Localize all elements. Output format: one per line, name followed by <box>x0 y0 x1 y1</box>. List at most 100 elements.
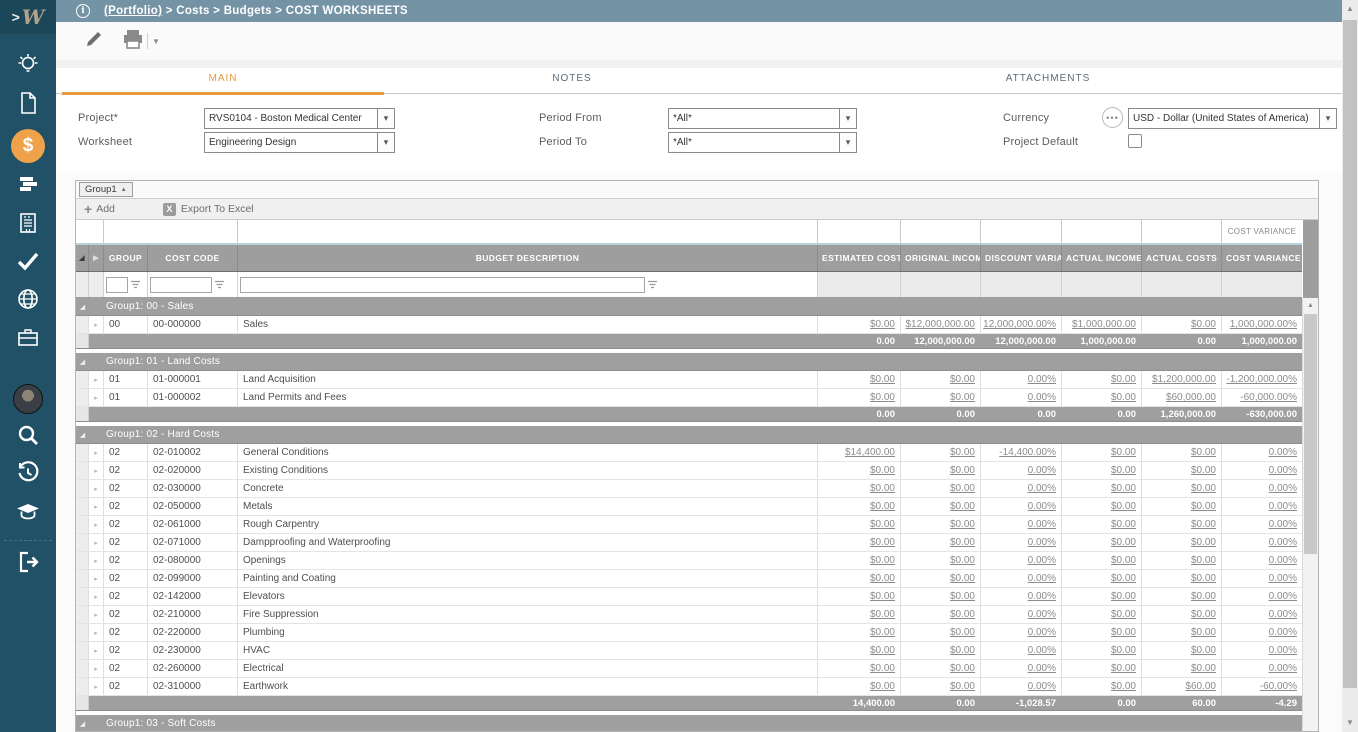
page-scroll-down-icon[interactable]: ▼ <box>1342 716 1358 730</box>
project-select-dropdown-button[interactable] <box>378 108 395 129</box>
table-row[interactable]: ▸0101-000001Land Acquisition$0.00$0.000.… <box>76 371 1303 389</box>
page-vertical-scrollbar[interactable]: ▲ ▼ <box>1342 0 1358 732</box>
cell-value-link[interactable]: $0.00 <box>1062 552 1142 569</box>
cell-value-link[interactable]: $0.00 <box>818 389 901 406</box>
cell-value-link[interactable]: $0.00 <box>1142 498 1222 515</box>
sidebar-item-costs[interactable]: $ <box>0 124 56 168</box>
grid-vertical-scrollbar[interactable]: ▲ <box>1302 298 1318 732</box>
cell-value-link[interactable]: 0.00% <box>1222 570 1303 587</box>
group-band-row[interactable]: ◢Group1: 00 - Sales <box>76 298 1318 316</box>
cell-value-link[interactable]: 0.00% <box>981 588 1062 605</box>
cell-value-link[interactable]: $0.00 <box>901 444 981 461</box>
cell-value-link[interactable]: $0.00 <box>1142 588 1222 605</box>
cell-value-link[interactable]: $0.00 <box>1142 316 1222 333</box>
cell-value-link[interactable]: 0.00% <box>1222 660 1303 677</box>
row-expand-icon[interactable]: ▸ <box>89 642 104 659</box>
cell-value-link[interactable]: $14,400.00 <box>818 444 901 461</box>
cell-value-link[interactable]: $0.00 <box>901 552 981 569</box>
cell-value-link[interactable]: -1,200,000.00% <box>1222 371 1303 388</box>
table-row[interactable]: ▸0202-030000Concrete$0.00$0.000.00%$0.00… <box>76 480 1303 498</box>
cell-value-link[interactable]: $0.00 <box>818 570 901 587</box>
cell-value-link[interactable]: $0.00 <box>818 624 901 641</box>
period-from-dropdown-button[interactable] <box>840 108 857 129</box>
cell-value-link[interactable]: $0.00 <box>901 498 981 515</box>
cell-value-link[interactable]: $0.00 <box>1062 660 1142 677</box>
col-header-original-income[interactable]: ORIGINAL INCOME <box>901 245 981 271</box>
cell-value-link[interactable]: $0.00 <box>1062 606 1142 623</box>
cell-value-link[interactable]: $1,200,000.00 <box>1142 371 1222 388</box>
cell-value-link[interactable]: 0.00% <box>981 516 1062 533</box>
group-band-row[interactable]: ◢Group1: 02 - Hard Costs <box>76 426 1318 444</box>
row-expand-icon[interactable]: ▸ <box>89 371 104 388</box>
worksheet-select-dropdown-button[interactable] <box>378 132 395 153</box>
cell-value-link[interactable]: $0.00 <box>818 480 901 497</box>
cell-value-link[interactable]: $0.00 <box>1062 642 1142 659</box>
cell-value-link[interactable]: 0.00% <box>1222 480 1303 497</box>
group-expand-icon[interactable]: ◢ <box>76 358 89 366</box>
cell-value-link[interactable]: 0.00% <box>981 678 1062 695</box>
cell-value-link[interactable]: $0.00 <box>1062 498 1142 515</box>
cell-value-link[interactable]: $12,000,000.00 <box>901 316 981 333</box>
cell-value-link[interactable]: $0.00 <box>1062 516 1142 533</box>
cell-value-link[interactable]: 0.00% <box>981 534 1062 551</box>
sidebar-item-training[interactable] <box>0 494 56 532</box>
sidebar-item-profile[interactable] <box>0 380 56 418</box>
cell-value-link[interactable]: $0.00 <box>1062 480 1142 497</box>
cell-value-link[interactable]: 0.00% <box>981 371 1062 388</box>
app-logo[interactable]: > W <box>0 0 56 34</box>
print-dropdown-caret[interactable]: ▼ <box>147 33 160 49</box>
row-expand-icon[interactable]: ▸ <box>89 389 104 406</box>
page-scroll-up-icon[interactable]: ▲ <box>1342 2 1358 16</box>
cell-value-link[interactable]: $1,000,000.00 <box>1062 316 1142 333</box>
table-row[interactable]: ▸0101-000002Land Permits and Fees$0.00$0… <box>76 389 1303 407</box>
cell-value-link[interactable]: $0.00 <box>901 678 981 695</box>
cell-value-link[interactable]: 0.00% <box>1222 606 1303 623</box>
cell-value-link[interactable]: $0.00 <box>1142 624 1222 641</box>
cell-value-link[interactable]: -14,400.00% <box>981 444 1062 461</box>
cell-value-link[interactable]: $0.00 <box>901 570 981 587</box>
group1-chip[interactable]: Group1 <box>79 182 133 197</box>
cell-value-link[interactable]: $0.00 <box>818 316 901 333</box>
table-row[interactable]: ▸0202-310000Earthwork$0.00$0.000.00%$0.0… <box>76 678 1303 696</box>
currency-lookup-button[interactable]: ••• <box>1102 107 1123 128</box>
cell-value-link[interactable]: $0.00 <box>901 624 981 641</box>
group-filter-input[interactable] <box>106 277 128 293</box>
cell-value-link[interactable]: $0.00 <box>901 480 981 497</box>
page-scrollbar-thumb[interactable] <box>1343 20 1357 688</box>
cell-value-link[interactable]: $0.00 <box>1142 444 1222 461</box>
table-row[interactable]: ▸0202-142000Elevators$0.00$0.000.00%$0.0… <box>76 588 1303 606</box>
row-expand-icon[interactable]: ▸ <box>89 606 104 623</box>
tab-notes[interactable]: NOTES <box>390 60 754 93</box>
cell-value-link[interactable]: $0.00 <box>818 588 901 605</box>
scroll-up-arrow-icon[interactable]: ▲ <box>1303 299 1318 312</box>
project-default-checkbox[interactable] <box>1128 134 1142 148</box>
cell-value-link[interactable]: 0.00% <box>981 498 1062 515</box>
export-to-excel-button[interactable]: X Export To Excel <box>163 203 254 216</box>
row-expand-icon[interactable]: ▸ <box>89 462 104 479</box>
edit-button[interactable] <box>80 27 108 55</box>
cell-value-link[interactable]: $0.00 <box>1142 570 1222 587</box>
col-header-cost-code[interactable]: COST CODE <box>148 245 238 271</box>
cell-value-link[interactable]: 0.00% <box>1222 588 1303 605</box>
cell-value-link[interactable]: $0.00 <box>901 389 981 406</box>
row-expand-icon[interactable]: ▸ <box>89 570 104 587</box>
group-expand-icon[interactable]: ◢ <box>76 720 89 728</box>
worksheet-select[interactable]: Engineering Design <box>204 132 378 153</box>
cell-value-link[interactable]: $0.00 <box>818 498 901 515</box>
row-expand-icon[interactable]: ▸ <box>89 480 104 497</box>
cell-value-link[interactable]: $0.00 <box>901 534 981 551</box>
description-filter-input[interactable] <box>240 277 645 293</box>
col-header-actual-income[interactable]: ACTUAL INCOME <box>1062 245 1142 271</box>
sidebar-item-ideas[interactable] <box>0 48 56 86</box>
cell-value-link[interactable]: $60.00 <box>1142 678 1222 695</box>
currency-select[interactable]: USD - Dollar (United States of America) <box>1128 108 1320 129</box>
cell-value-link[interactable]: $0.00 <box>818 642 901 659</box>
cell-value-link[interactable]: $0.00 <box>1142 552 1222 569</box>
row-expand-icon[interactable]: ▸ <box>89 498 104 515</box>
cell-value-link[interactable]: 0.00% <box>1222 534 1303 551</box>
col-header-discount-variance[interactable]: DISCOUNT VARIANCE <box>981 245 1062 271</box>
cell-value-link[interactable]: 0.00% <box>981 570 1062 587</box>
row-expand-icon[interactable]: ▸ <box>89 660 104 677</box>
cell-value-link[interactable]: 0.00% <box>981 642 1062 659</box>
project-select[interactable]: RVS0104 - Boston Medical Center <box>204 108 378 129</box>
